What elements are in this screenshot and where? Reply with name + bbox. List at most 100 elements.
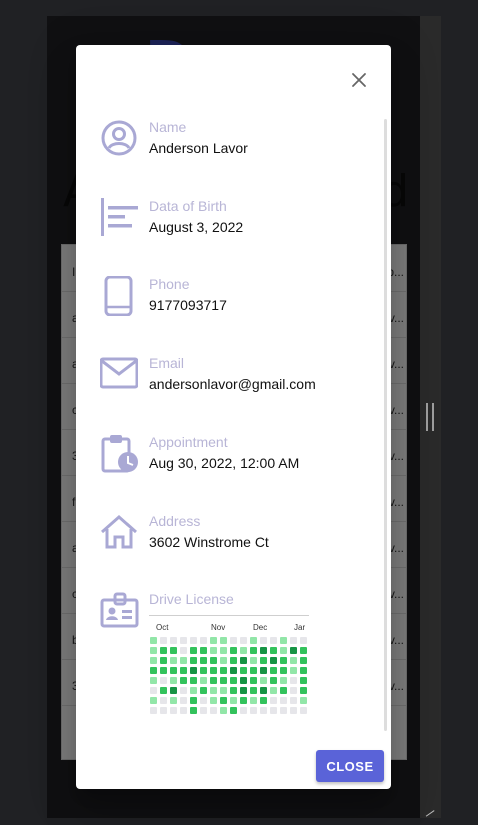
heatmap-cell[interactable] — [150, 657, 157, 664]
heatmap-cell[interactable] — [230, 687, 237, 694]
heatmap-cell[interactable] — [240, 687, 247, 694]
heatmap-cell[interactable] — [150, 677, 157, 684]
heatmap-cell[interactable] — [210, 707, 217, 714]
heatmap-cell[interactable] — [300, 677, 307, 684]
heatmap-cell[interactable] — [280, 657, 287, 664]
heatmap-cell[interactable] — [200, 677, 207, 684]
heatmap-cell[interactable] — [210, 677, 217, 684]
heatmap-cell[interactable] — [220, 697, 227, 704]
heatmap-cell[interactable] — [180, 687, 187, 694]
heatmap-cell[interactable] — [280, 637, 287, 644]
heatmap-cell[interactable] — [250, 687, 257, 694]
heatmap-cell[interactable] — [270, 657, 277, 664]
heatmap-cell[interactable] — [160, 657, 167, 664]
heatmap-cell[interactable] — [270, 637, 277, 644]
heatmap-cell[interactable] — [280, 707, 287, 714]
heatmap-cell[interactable] — [260, 667, 267, 674]
heatmap-cell[interactable] — [250, 657, 257, 664]
heatmap-cell[interactable] — [300, 707, 307, 714]
heatmap-cell[interactable] — [180, 677, 187, 684]
heatmap-cell[interactable] — [290, 647, 297, 654]
heatmap-cell[interactable] — [210, 687, 217, 694]
heatmap-cell[interactable] — [240, 707, 247, 714]
heatmap-cell[interactable] — [240, 677, 247, 684]
heatmap-cell[interactable] — [170, 697, 177, 704]
heatmap-cell[interactable] — [230, 647, 237, 654]
heatmap-cell[interactable] — [220, 647, 227, 654]
heatmap-cell[interactable] — [170, 647, 177, 654]
heatmap-cell[interactable] — [200, 637, 207, 644]
heatmap-cell[interactable] — [290, 687, 297, 694]
heatmap-cell[interactable] — [190, 637, 197, 644]
heatmap-cell[interactable] — [150, 647, 157, 654]
heatmap-cell[interactable] — [230, 707, 237, 714]
heatmap-cell[interactable] — [180, 657, 187, 664]
heatmap-cell[interactable] — [160, 637, 167, 644]
heatmap-cell[interactable] — [190, 697, 197, 704]
heatmap-cell[interactable] — [240, 667, 247, 674]
heatmap-cell[interactable] — [180, 697, 187, 704]
heatmap-cell[interactable] — [290, 697, 297, 704]
heatmap-cell[interactable] — [200, 707, 207, 714]
heatmap-cell[interactable] — [190, 667, 197, 674]
heatmap-cell[interactable] — [150, 707, 157, 714]
heatmap-cell[interactable] — [200, 697, 207, 704]
heatmap-cell[interactable] — [250, 637, 257, 644]
heatmap-cell[interactable] — [200, 687, 207, 694]
heatmap-cell[interactable] — [160, 697, 167, 704]
heatmap-cell[interactable] — [170, 707, 177, 714]
heatmap-cell[interactable] — [290, 707, 297, 714]
heatmap-cell[interactable] — [300, 657, 307, 664]
heatmap-cell[interactable] — [250, 647, 257, 654]
heatmap-cell[interactable] — [300, 667, 307, 674]
heatmap-cell[interactable] — [220, 657, 227, 664]
heatmap-cell[interactable] — [160, 707, 167, 714]
heatmap-cell[interactable] — [190, 707, 197, 714]
heatmap-cell[interactable] — [190, 657, 197, 664]
heatmap-cell[interactable] — [280, 687, 287, 694]
heatmap-cell[interactable] — [220, 637, 227, 644]
heatmap-cell[interactable] — [230, 637, 237, 644]
heatmap-cell[interactable] — [230, 667, 237, 674]
close-icon[interactable] — [351, 72, 367, 88]
heatmap-cell[interactable] — [280, 677, 287, 684]
heatmap-cell[interactable] — [260, 707, 267, 714]
heatmap-cell[interactable] — [260, 677, 267, 684]
heatmap-cell[interactable] — [290, 637, 297, 644]
heatmap-cell[interactable] — [210, 647, 217, 654]
heatmap-cell[interactable] — [260, 647, 267, 654]
heatmap-cell[interactable] — [260, 637, 267, 644]
heatmap-cell[interactable] — [270, 667, 277, 674]
heatmap-cell[interactable] — [300, 637, 307, 644]
heatmap-cell[interactable] — [290, 657, 297, 664]
heatmap-cell[interactable] — [210, 667, 217, 674]
heatmap-cell[interactable] — [160, 677, 167, 684]
heatmap-cell[interactable] — [220, 667, 227, 674]
heatmap-cell[interactable] — [220, 707, 227, 714]
heatmap-cell[interactable] — [250, 707, 257, 714]
heatmap-cell[interactable] — [230, 657, 237, 664]
heatmap-cell[interactable] — [240, 697, 247, 704]
heatmap-cell[interactable] — [160, 667, 167, 674]
scrollbar[interactable] — [384, 119, 387, 731]
heatmap-cell[interactable] — [230, 677, 237, 684]
heatmap-cell[interactable] — [200, 667, 207, 674]
heatmap-cell[interactable] — [170, 687, 177, 694]
heatmap-cell[interactable] — [170, 677, 177, 684]
heatmap-cell[interactable] — [180, 637, 187, 644]
heatmap-cell[interactable] — [190, 687, 197, 694]
heatmap-cell[interactable] — [150, 687, 157, 694]
heatmap-cell[interactable] — [230, 697, 237, 704]
heatmap-cell[interactable] — [260, 657, 267, 664]
close-button[interactable]: CLOSE — [316, 750, 384, 782]
heatmap-cell[interactable] — [270, 687, 277, 694]
heatmap-cell[interactable] — [300, 687, 307, 694]
heatmap-cell[interactable] — [200, 657, 207, 664]
heatmap-cell[interactable] — [190, 647, 197, 654]
heatmap-cell[interactable] — [170, 657, 177, 664]
heatmap-cell[interactable] — [260, 697, 267, 704]
heatmap-cell[interactable] — [150, 697, 157, 704]
heatmap-cell[interactable] — [300, 647, 307, 654]
heatmap-cell[interactable] — [210, 637, 217, 644]
heatmap-cell[interactable] — [270, 707, 277, 714]
